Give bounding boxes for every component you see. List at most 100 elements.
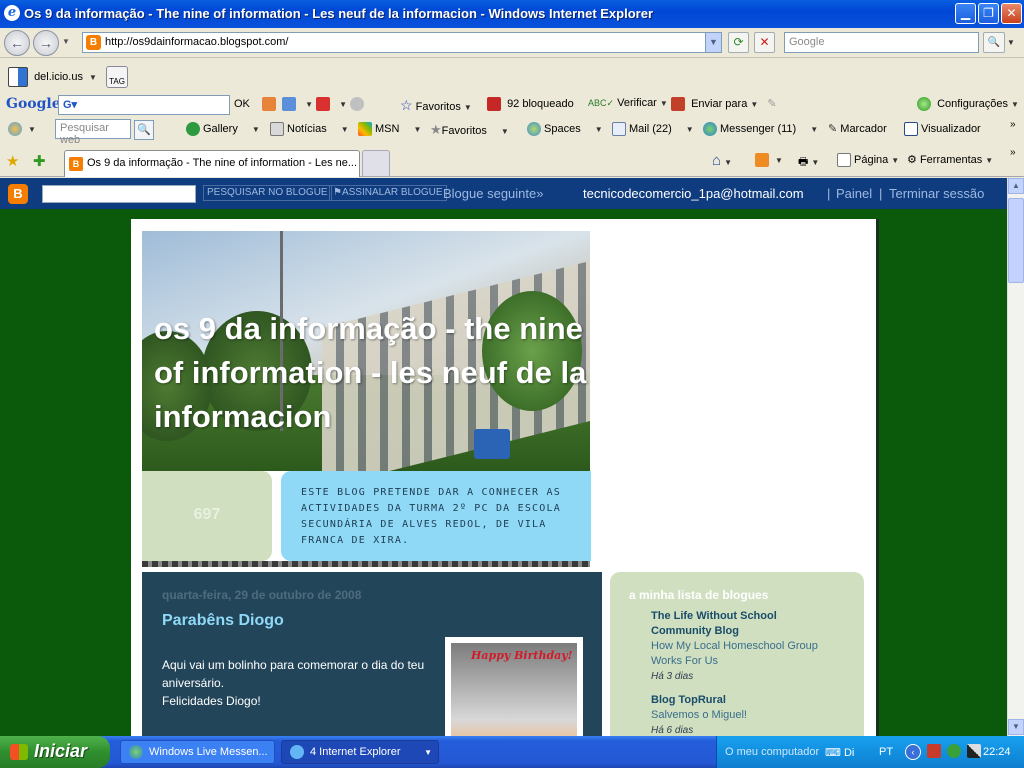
forward-button[interactable]: → [33, 30, 59, 56]
msn-button[interactable]: MSN ▼ [358, 122, 421, 136]
address-toolbar: ← → ▼ B http://os9dainformacao.blogspot.… [0, 28, 1024, 58]
blog-post-link[interactable]: Salvemos o Miguel! [651, 708, 821, 723]
chevron-down-icon: ▼ [750, 100, 759, 109]
blog-name-link[interactable]: Blog TopRural [651, 693, 821, 708]
toolbar-overflow-chevron-icon[interactable]: » [1010, 119, 1016, 130]
tray-my-computer[interactable]: O meu computador [725, 746, 819, 758]
address-field[interactable]: B http://os9dainformacao.blogspot.com/ ▼ [82, 32, 722, 53]
popup-blocker-button[interactable]: 92 bloqueado [487, 97, 574, 111]
chevron-down-icon: ▼ [891, 155, 900, 165]
bookmark-icon [262, 97, 276, 111]
favorites-center-star-icon[interactable]: ★ [6, 152, 19, 170]
home-button[interactable]: ⌂ ▼ [712, 152, 732, 169]
scroll-up-arrow-icon[interactable]: ▲ [1008, 178, 1024, 194]
google-tools-icons[interactable]: ▼ ▼ [262, 97, 367, 111]
windows-logo-icon [10, 744, 28, 760]
toolbar-overflow-chevron-icon[interactable]: » [1010, 147, 1016, 158]
messenger-button[interactable]: Messenger (11) ▼ [703, 122, 818, 136]
address-url[interactable]: http://os9dainformacao.blogspot.com/ [105, 36, 288, 48]
noticias-button[interactable]: Notícias ▼ [270, 122, 349, 136]
tag-button[interactable]: TAG [106, 66, 128, 88]
search-box[interactable]: Google [784, 32, 979, 53]
blog-name-link[interactable]: The Life Without School Community Blog [651, 609, 821, 639]
flag-blog-button[interactable]: ⚑ASSINALAR BLOGUE [329, 185, 447, 201]
blog-post-age: Há 6 dias [651, 725, 694, 736]
network-icon [927, 744, 941, 758]
print-button[interactable]: 🖶 ▼ [798, 153, 819, 172]
msn-favoritos-button[interactable]: ★Favoritos ▼ [430, 122, 509, 138]
search-options-dropdown-icon[interactable]: ▼ [1007, 38, 1015, 47]
plus-icon [186, 122, 200, 136]
mail-button[interactable]: Mail (22) ▼ [612, 122, 694, 136]
gallery-button[interactable]: Gallery ▼ [186, 122, 260, 136]
chevron-down-icon: ▼ [775, 155, 783, 165]
favoritos-label: Favoritos [415, 101, 461, 113]
tray-expand-chevron-icon[interactable]: ‹ [905, 744, 921, 760]
highlighter-icon[interactable]: ✎ [767, 98, 776, 110]
tab-label: Os 9 da informação - The nine of informa… [87, 157, 358, 169]
address-dropdown-icon[interactable]: ▼ [705, 33, 721, 52]
chevron-down-icon: ▼ [305, 99, 314, 109]
spellcheck-button[interactable]: ABC✓ Verificar ▼ [588, 97, 668, 109]
blog-search-input[interactable] [42, 185, 196, 203]
blog-content: os 9 da informação - the nine of informa… [131, 219, 876, 736]
settings-button[interactable]: Configurações ▼ [917, 97, 1019, 111]
start-button[interactable]: Iniciar [0, 736, 110, 768]
msn-search-button[interactable]: 🔍 [134, 120, 154, 140]
msn-butterfly-button[interactable]: ▼ [8, 122, 36, 136]
taskbar-item-messenger[interactable]: Windows Live Messen... [120, 740, 275, 764]
google-search-input[interactable]: G▾ [58, 95, 230, 115]
image-caption: Happy Birthday! [471, 649, 573, 662]
send-to-button[interactable]: Enviar para ▼ ✎ [671, 97, 777, 112]
delicious-button[interactable]: del.icio.us ▼ [8, 67, 97, 87]
recent-pages-dropdown-icon[interactable]: ▼ [62, 37, 70, 46]
stop-button[interactable]: ✕ [754, 32, 775, 53]
page-menu-button[interactable]: Página ▼ [837, 153, 899, 167]
spaces-button[interactable]: Spaces ▼ [527, 122, 603, 136]
taskbar-item-internet-explorer[interactable]: 4 Internet Explorer ▼ [281, 740, 439, 764]
refresh-button[interactable]: ⟳ [728, 32, 749, 53]
scroll-down-arrow-icon[interactable]: ▼ [1008, 719, 1024, 735]
close-button[interactable]: ✕ [1001, 3, 1022, 24]
tray-di-label: Di [843, 747, 855, 759]
blog-title[interactable]: os 9 da informação - the nine of informa… [154, 307, 590, 439]
search-blog-button[interactable]: PESQUISAR NO BLOGUE [203, 185, 332, 201]
post-image[interactable]: Happy Birthday! [445, 637, 583, 736]
marcador-label: Marcador [840, 123, 887, 135]
tab-active[interactable]: B Os 9 da informação - The nine of infor… [64, 150, 360, 177]
blog-header-image[interactable]: os 9 da informação - the nine of informa… [142, 231, 590, 471]
feeds-button[interactable]: ▼ [755, 153, 783, 167]
scroll-thumb[interactable] [1008, 198, 1024, 283]
system-tray: O meu computador ⌨ Di PT ‹ 22:24 [716, 736, 1024, 768]
tab-row: ★ ✚ B Os 9 da informação - The nine of i… [0, 145, 1024, 177]
vertical-scrollbar[interactable]: ▲ ▼ [1007, 178, 1024, 736]
language-indicator[interactable]: PT [879, 746, 893, 758]
minimize-button[interactable]: ▁ [955, 3, 976, 24]
chevron-down-icon: ▼ [1011, 99, 1019, 109]
gallery-label: Gallery [203, 122, 238, 135]
search-button[interactable]: 🔍 [983, 32, 1005, 53]
delicious-toolbar: del.icio.us ▼ TAG [0, 59, 1024, 92]
add-favorite-icon[interactable]: ✚ [33, 152, 46, 170]
tray-desktop-toolbar[interactable]: ⌨ Di [825, 746, 854, 759]
msn-search-input[interactable]: Pesquisar web [55, 119, 131, 146]
blog-post-link[interactable]: How My Local Homeschool Group Works For … [651, 639, 821, 669]
post-title[interactable]: Parabêns Diogo [162, 612, 284, 630]
dashboard-link[interactable]: Painel [836, 186, 872, 201]
maximize-button[interactable]: ❐ [978, 3, 999, 24]
tools-menu-button[interactable]: ⚙ Ferramentas ▼ [907, 153, 993, 166]
logout-link[interactable]: Terminar sessão [889, 186, 984, 201]
google-ok-button[interactable]: OK [234, 98, 250, 110]
google-favoritos-button[interactable]: ☆ Favoritos ▼ [400, 97, 472, 114]
marcador-button[interactable]: ✎ Marcador [828, 122, 887, 135]
blogger-logo-icon[interactable]: B [8, 184, 28, 204]
post-body: Aqui vai um bolinho para comemorar o dia… [162, 656, 432, 710]
user-email: tecnicodecomercio_1pa@hotmail.com [583, 186, 804, 201]
tray-icons[interactable] [927, 744, 984, 758]
new-tab-button[interactable] [362, 150, 390, 176]
next-blog-link[interactable]: Blogue seguinte» [443, 186, 543, 201]
visualizador-button[interactable]: Visualizador [904, 122, 981, 136]
window-title-bar[interactable]: e Os 9 da informação - The nine of infor… [0, 0, 1024, 28]
back-button[interactable]: ← [4, 30, 30, 56]
printer-icon: 🖶 [798, 156, 809, 168]
